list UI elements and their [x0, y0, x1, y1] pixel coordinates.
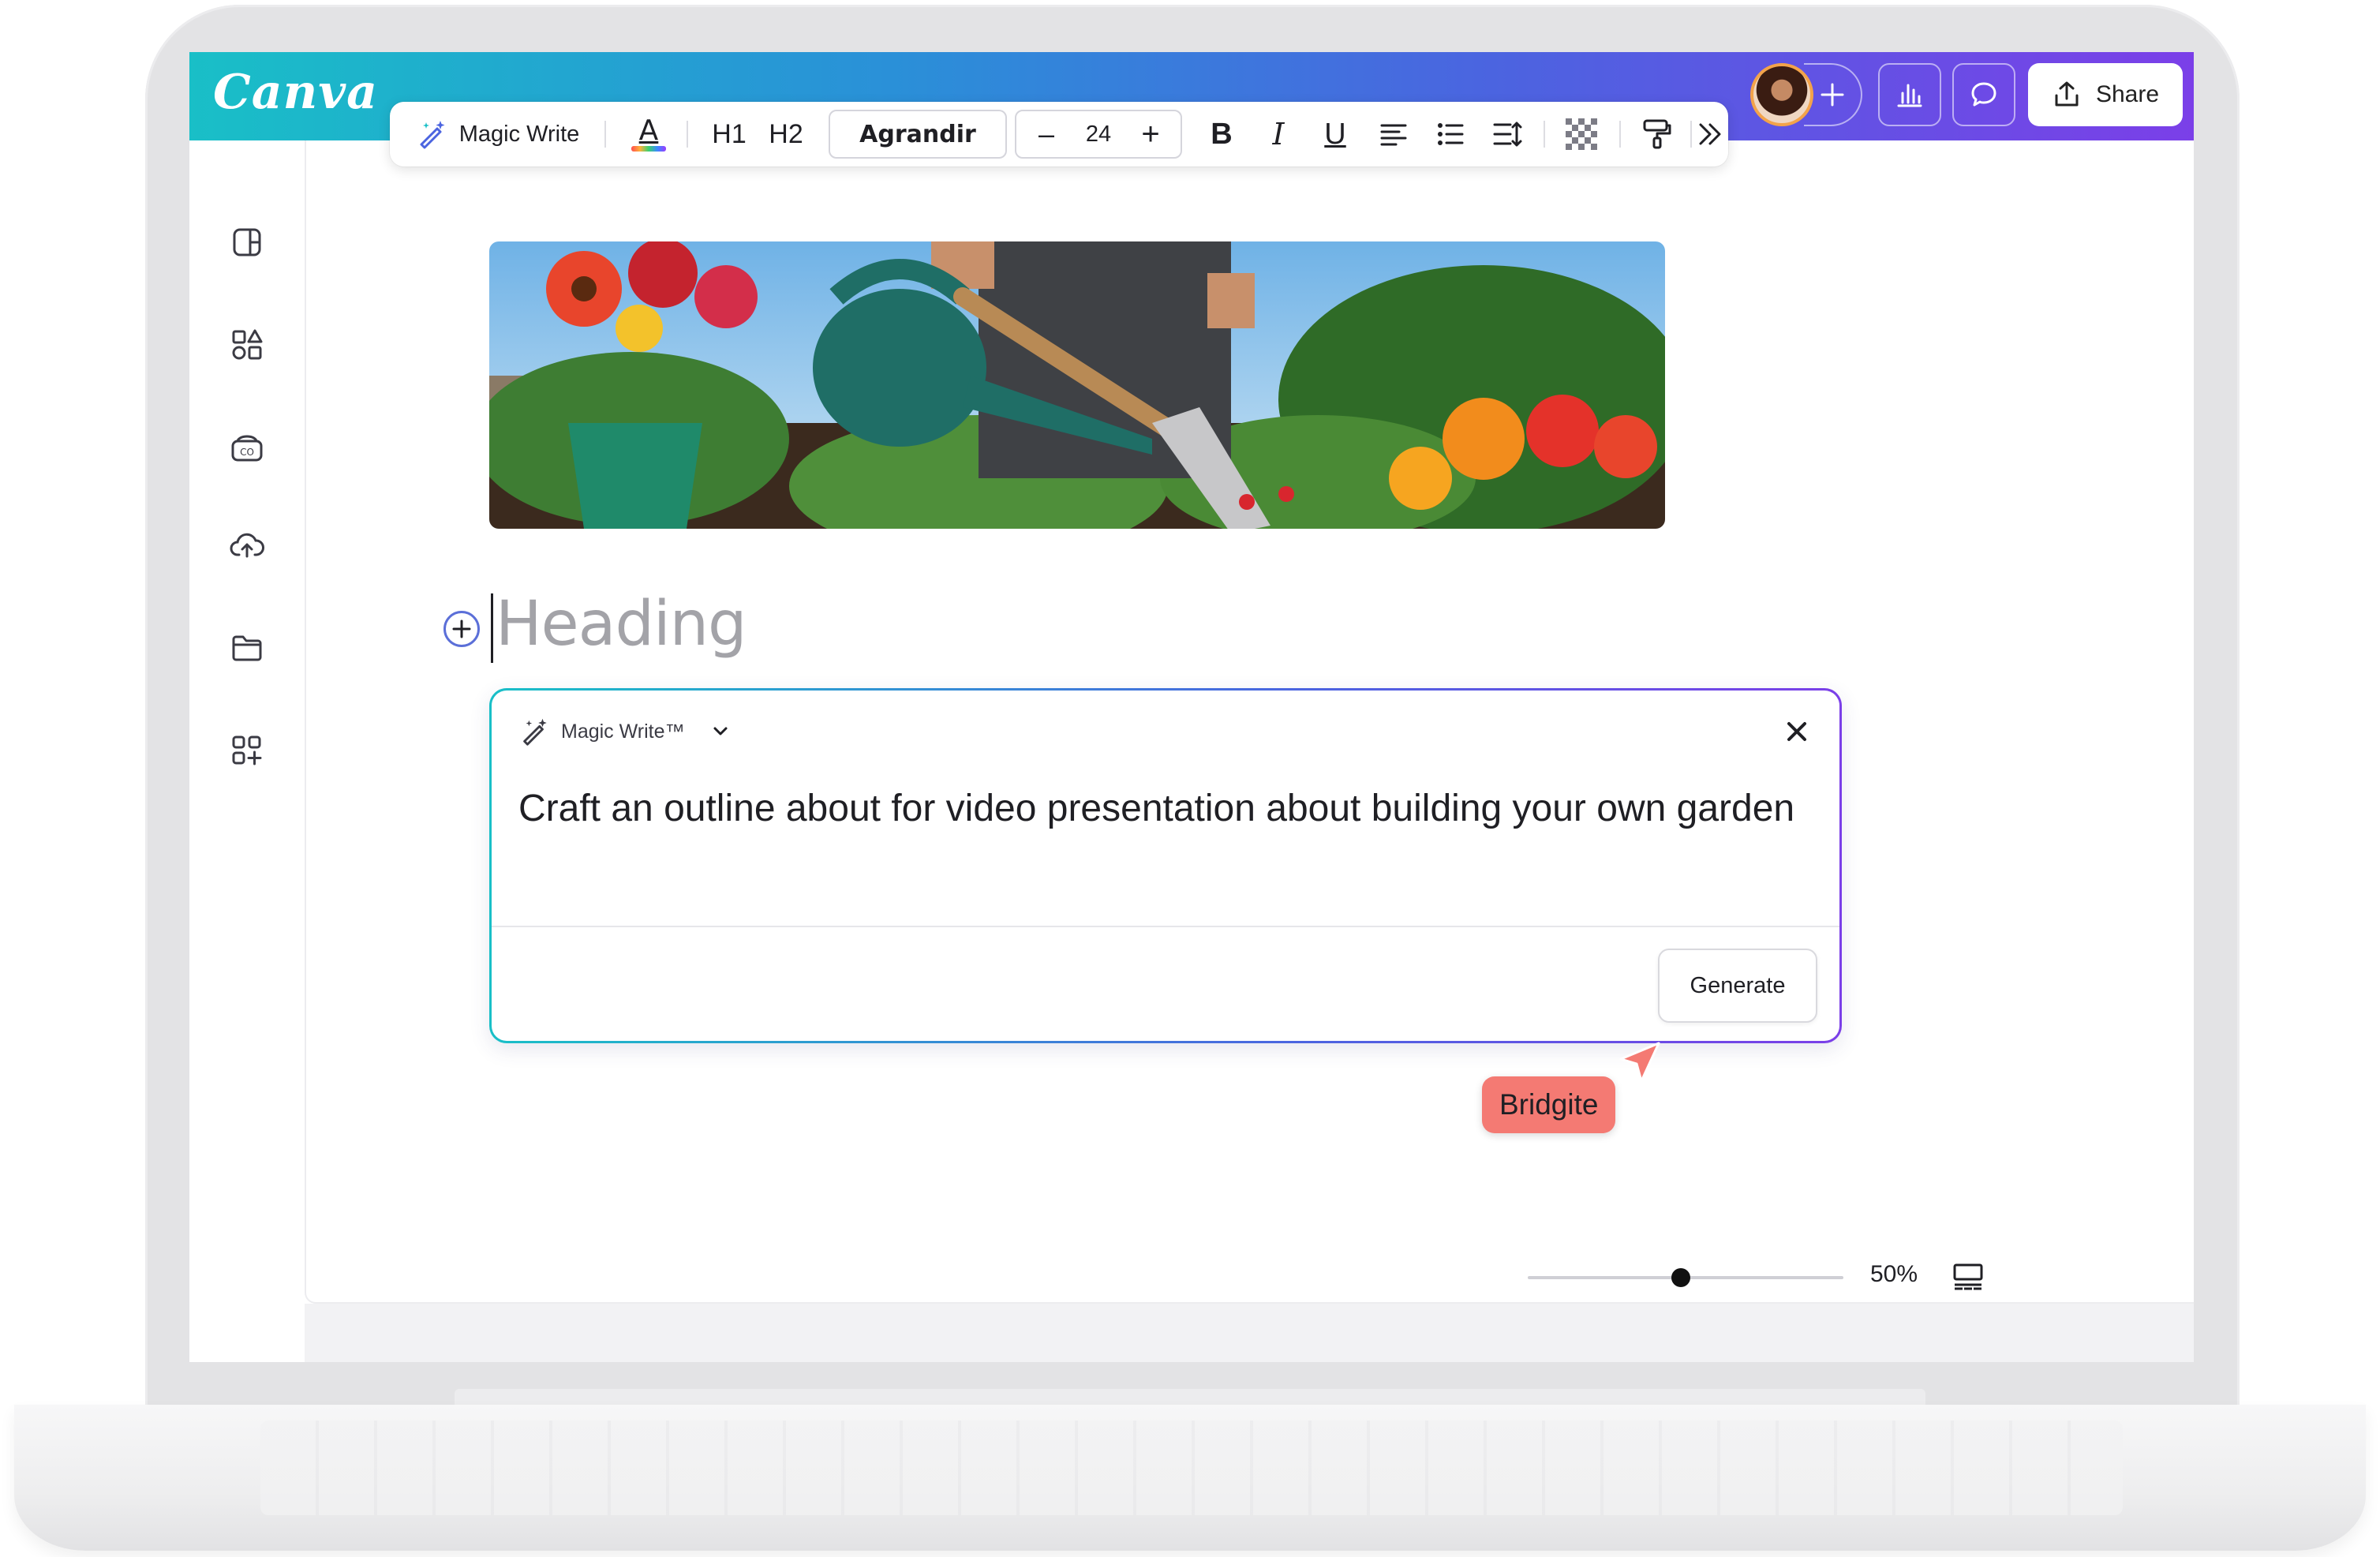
- sidebar-item-elements[interactable]: [227, 325, 267, 365]
- toolbar-divider: [1544, 121, 1545, 148]
- panel-divider: [492, 926, 1839, 927]
- garden-photo: [489, 241, 1665, 529]
- svg-text:CO: CO: [240, 447, 254, 458]
- apps-icon: [232, 735, 262, 765]
- share-label: Share: [2095, 81, 2160, 107]
- magic-write-title: Magic Write™: [561, 720, 685, 743]
- uploads-icon: [230, 533, 264, 558]
- toolbar-divider: [687, 121, 688, 148]
- sidebar-item-uploads[interactable]: [227, 526, 267, 565]
- zoom-slider-thumb[interactable]: [1671, 1268, 1690, 1287]
- canva-logo: Canva: [213, 65, 378, 120]
- comments-button[interactable]: [1952, 63, 2015, 126]
- transparency-icon: [1566, 118, 1597, 150]
- zoom-level[interactable]: 50%: [1870, 1261, 1918, 1288]
- layout-grid-icon: [1953, 1263, 1983, 1290]
- font-size-input[interactable]: 24: [1073, 102, 1124, 167]
- magic-write-label: Magic Write: [458, 121, 580, 147]
- chevron-double-right-icon: [1699, 123, 1721, 145]
- magic-write-button[interactable]: Magic Write: [404, 102, 590, 167]
- laptop-keyboard: [260, 1420, 2123, 1515]
- more-tools-button[interactable]: [1692, 102, 1728, 167]
- font-family-select[interactable]: Agrandir: [829, 110, 1007, 159]
- toolbar-divider: [1619, 121, 1621, 148]
- text-caret: [491, 593, 493, 663]
- add-block-button[interactable]: [443, 611, 480, 647]
- collaborator-cursor-icon: [1619, 1042, 1660, 1083]
- increase-font-size-button[interactable]: +: [1128, 102, 1173, 167]
- sidebar-item-projects[interactable]: [227, 628, 267, 668]
- projects-folder-icon: [232, 635, 262, 661]
- insights-icon: [1897, 84, 1922, 107]
- magic-write-panel: Magic Write™ Craft an outline about for …: [489, 688, 1842, 1043]
- transparency-button[interactable]: [1558, 102, 1605, 167]
- sidebar-item-brand[interactable]: CO: [227, 428, 267, 467]
- plus-icon: [452, 619, 471, 638]
- page-layout-button[interactable]: [1952, 1263, 1984, 1291]
- chevron-down-icon[interactable]: [710, 721, 731, 742]
- generate-button[interactable]: Generate: [1658, 949, 1817, 1023]
- sidebar-item-design[interactable]: [227, 223, 267, 262]
- align-left-icon: [1380, 124, 1407, 146]
- design-panel-icon: [233, 228, 261, 256]
- align-button[interactable]: [1371, 102, 1416, 167]
- brand-kit-icon: CO: [231, 435, 263, 462]
- text-color-button[interactable]: A: [623, 102, 674, 167]
- paint-roller-icon: [1643, 119, 1671, 149]
- collaborator-label: Bridgite: [1482, 1076, 1616, 1133]
- share-icon: [2055, 81, 2079, 107]
- insights-button[interactable]: [1878, 63, 1941, 126]
- magic-wand-icon: [523, 718, 547, 746]
- share-button[interactable]: Share: [2028, 63, 2183, 126]
- close-icon: [1787, 722, 1806, 741]
- spacing-button[interactable]: [1485, 102, 1529, 167]
- heading-placeholder[interactable]: Heading: [496, 589, 747, 660]
- italic-button[interactable]: I: [1256, 102, 1300, 167]
- side-rail: CO: [189, 140, 305, 1362]
- bullet-list-icon: [1438, 123, 1464, 145]
- sidebar-item-apps[interactable]: [227, 731, 267, 770]
- bottom-bar: [305, 1304, 2194, 1362]
- text-toolbar: Magic Write A H1 H2 Agrandir – 24 + B I …: [390, 102, 1728, 167]
- garden-image[interactable]: [489, 241, 1665, 529]
- magic-write-header[interactable]: Magic Write™: [518, 714, 731, 749]
- bold-button[interactable]: B: [1199, 102, 1244, 167]
- close-button[interactable]: [1781, 716, 1813, 747]
- add-icon: [1821, 83, 1844, 107]
- magic-wand-icon: [420, 121, 445, 149]
- text-color-label: A: [638, 114, 659, 147]
- line-spacing-icon: [1493, 122, 1522, 147]
- decrease-font-size-button[interactable]: –: [1024, 102, 1068, 167]
- heading-2-button[interactable]: H2: [761, 102, 811, 167]
- format-painter-button[interactable]: [1635, 102, 1679, 167]
- list-button[interactable]: [1428, 102, 1473, 167]
- prompt-input[interactable]: Craft an outline about for video present…: [518, 779, 1813, 839]
- elements-icon: [232, 329, 263, 360]
- toolbar-divider: [604, 121, 606, 148]
- add-collaborator-button[interactable]: [1804, 63, 1862, 126]
- color-swatch-bar: [631, 145, 666, 152]
- underline-button[interactable]: U: [1313, 102, 1357, 167]
- comment-icon: [1971, 82, 1996, 107]
- heading-1-button[interactable]: H1: [704, 102, 754, 167]
